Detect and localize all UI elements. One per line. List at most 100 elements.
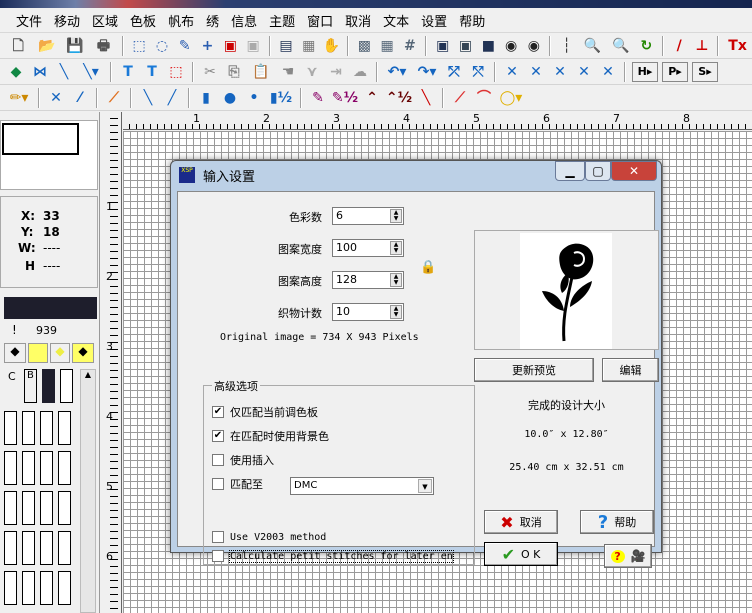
undo-icon[interactable]: ↶▾ — [384, 62, 410, 82]
bead-icon[interactable]: • — [244, 88, 264, 108]
menu-item[interactable]: 信息 — [225, 11, 263, 30]
paste-special-icon[interactable]: ⋎ — [302, 62, 322, 82]
line-red-icon[interactable]: ⟋ — [450, 88, 470, 108]
menu-item[interactable]: 窗口 — [301, 11, 339, 30]
palette-chip[interactable] — [4, 451, 17, 485]
menu-item[interactable]: 取消 — [339, 11, 377, 30]
full-cross-icon[interactable]: ✕ — [46, 88, 66, 108]
view4-icon[interactable]: ◉ — [502, 36, 521, 56]
cross3-icon[interactable]: ✕ — [550, 62, 570, 82]
cut-icon[interactable]: ✂ — [200, 62, 220, 82]
refresh-icon[interactable]: ↻ — [637, 36, 656, 56]
remove-image-icon[interactable]: ▣ — [244, 36, 263, 56]
menu-item[interactable]: 文件 — [10, 11, 48, 30]
angle-half-icon[interactable]: ⌃½ — [386, 88, 412, 108]
color-picker-icon[interactable]: / — [670, 36, 689, 56]
palette-chip[interactable] — [4, 571, 17, 605]
menu-item[interactable]: 色板 — [124, 11, 162, 30]
menu-item[interactable]: 移动 — [48, 11, 86, 30]
menu-item[interactable]: 绣 — [200, 11, 225, 30]
current-color-swatch[interactable] — [4, 297, 97, 319]
half-cross-icon[interactable]: ⁄ — [70, 88, 90, 108]
palette-chip[interactable] — [40, 411, 53, 445]
checkbox-box[interactable]: ✔ — [212, 406, 224, 418]
palette-chip[interactable] — [58, 411, 71, 445]
palette-chip[interactable] — [58, 571, 71, 605]
spinner-arrows-icon[interactable]: ▲ ▼ — [390, 305, 402, 319]
overview-viewport[interactable] — [2, 123, 79, 155]
view3-icon[interactable]: ■ — [479, 36, 498, 56]
text-t-bold-icon[interactable]: T — [142, 62, 162, 82]
bead-long-icon[interactable]: ▮ — [196, 88, 216, 108]
v2003-checkbox[interactable]: Use V2003 method — [212, 531, 326, 543]
field-spinner[interactable]: 6 ▲ ▼ — [332, 207, 404, 225]
menu-item[interactable]: 区域 — [86, 11, 124, 30]
view2-icon[interactable]: ▣ — [456, 36, 475, 56]
back-stitch-right-icon[interactable]: ╱ — [162, 88, 182, 108]
color-chip-empty[interactable] — [60, 369, 73, 403]
palette-chip[interactable] — [58, 491, 71, 525]
text-t-icon[interactable]: T — [118, 62, 138, 82]
help-button[interactable]: ? 帮助 — [580, 510, 654, 534]
view5-icon[interactable]: ◉ — [525, 36, 544, 56]
palette-scrollbar[interactable]: ▲ — [80, 369, 96, 613]
grid-small-icon[interactable]: ▩ — [355, 36, 374, 56]
needle-icon[interactable]: ╲ — [54, 62, 74, 82]
s-button[interactable]: S▸ — [692, 61, 718, 82]
palette-chip[interactable] — [22, 451, 35, 485]
palette-chip[interactable] — [40, 571, 53, 605]
pin-icon[interactable]: ⊥ — [693, 36, 712, 56]
yellow-symbol[interactable]: ◆ — [50, 343, 70, 363]
palette-chip[interactable] — [40, 491, 53, 525]
menu-item[interactable]: 帆布 — [162, 11, 200, 30]
menu-item[interactable]: 帮助 — [453, 11, 491, 30]
brain-icon[interactable]: ☁ — [350, 62, 370, 82]
field-spinner[interactable]: 10 ▲ ▼ — [332, 303, 404, 321]
update-preview-button[interactable]: 更新预览 — [474, 358, 594, 382]
spinner-arrows-icon[interactable]: ▲ ▼ — [390, 209, 402, 223]
hand-paste-icon[interactable]: ☚ — [278, 62, 298, 82]
column-b[interactable]: B — [24, 369, 37, 403]
yellow-black-symbol[interactable]: ◆ — [72, 343, 94, 363]
petit-stitches-checkbox[interactable]: Calculate petit stitches for later en — [212, 549, 454, 563]
back-stitch-left-icon[interactable]: ╲ — [138, 88, 158, 108]
maximize-button[interactable]: ▢ — [585, 161, 611, 181]
quarter-stitch-icon[interactable]: ⟋ — [104, 88, 124, 108]
dotted-rect-icon[interactable]: ⬚ — [166, 62, 186, 82]
crosshair-icon[interactable]: + — [198, 36, 217, 56]
ok-button[interactable]: ✔ O K — [484, 542, 558, 566]
spinner-arrows-icon[interactable]: ▲ ▼ — [390, 273, 402, 287]
palette-chip[interactable] — [22, 531, 35, 565]
lasso-select-icon[interactable]: ◌ — [153, 36, 172, 56]
flip-x-icon[interactable]: ⤱ — [444, 62, 464, 82]
cross4-icon[interactable]: ✕ — [574, 62, 594, 82]
color-chip[interactable] — [42, 369, 55, 403]
palette-chip[interactable] — [4, 531, 17, 565]
pen-half-icon[interactable]: ✎½ — [332, 88, 358, 108]
photo-icon[interactable]: ▦ — [299, 36, 318, 56]
option-checkbox[interactable]: ✔ 仅匹配当前调色板 — [212, 404, 318, 420]
minimize-button[interactable]: ▁ — [555, 161, 585, 181]
cancel-button[interactable]: ✖ 取消 — [484, 510, 558, 534]
circle-yellow-icon[interactable]: ◯▾ — [498, 88, 524, 108]
arc-red-icon[interactable]: ⌒ — [474, 88, 494, 108]
print-icon[interactable]: 🖶 — [91, 36, 115, 56]
new-file-icon[interactable]: 🗋 — [6, 36, 30, 56]
full-stitch-symbol[interactable]: ◆ — [4, 343, 26, 363]
option-checkbox[interactable]: 使用插入 — [212, 452, 274, 468]
cross1-icon[interactable]: ✕ — [502, 62, 522, 82]
menu-item[interactable]: 设置 — [415, 11, 453, 30]
open-folder-icon[interactable]: 📂 — [34, 36, 58, 56]
lock-aspect-icon[interactable]: 🔒 — [420, 260, 436, 275]
menu-item[interactable]: 主题 — [263, 11, 301, 30]
option-checkbox[interactable]: 匹配至 — [212, 476, 263, 492]
p-button[interactable]: P▸ — [662, 61, 688, 82]
clear-text-icon[interactable]: Tx — [725, 36, 749, 56]
redo-icon[interactable]: ↷▾ — [414, 62, 440, 82]
calendar-icon[interactable]: ▤ — [277, 36, 296, 56]
hand-icon[interactable]: ✋ — [322, 36, 341, 56]
checkbox-box[interactable] — [212, 454, 224, 466]
pencil-icon[interactable]: ✏▾ — [6, 88, 32, 108]
palette-chip[interactable] — [4, 411, 17, 445]
match-to-select[interactable]: DMC ▼ — [290, 477, 434, 495]
